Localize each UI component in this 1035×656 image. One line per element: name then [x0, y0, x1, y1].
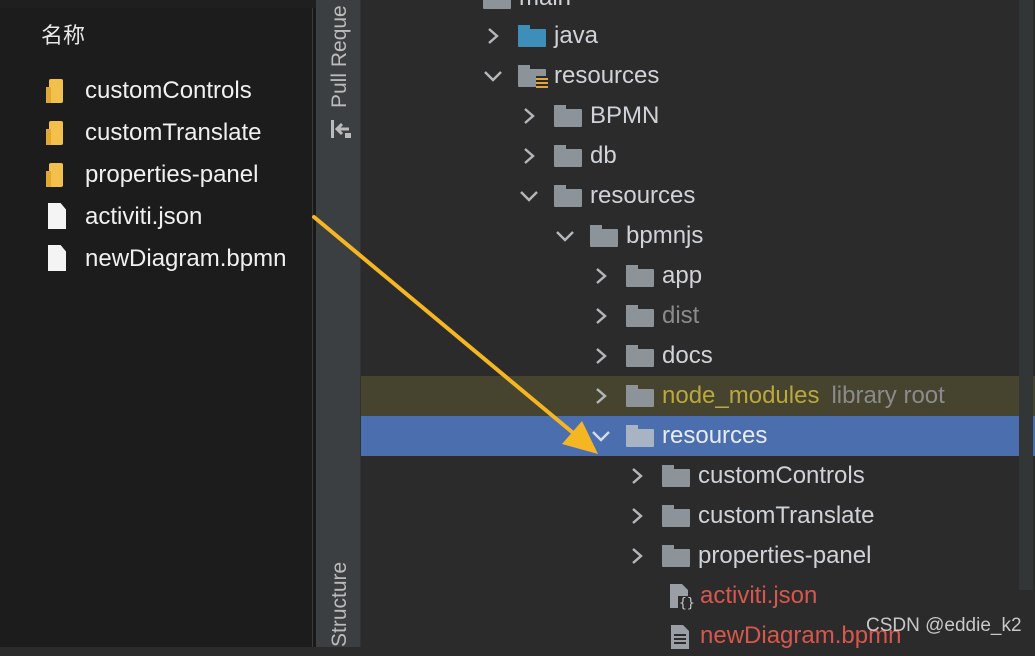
tree-node-bpmnjs[interactable]: bpmnjs — [554, 216, 703, 256]
tree-node-properties-panel[interactable]: properties-panel — [626, 536, 871, 576]
pull-request-icon[interactable] — [329, 118, 353, 140]
file-icon — [45, 203, 69, 231]
chevron-right-icon[interactable] — [518, 145, 540, 167]
tree-node-customControls[interactable]: customControls — [626, 456, 865, 496]
tree-node-label: docs — [662, 342, 713, 369]
tree-node-label: dist — [662, 302, 700, 329]
tree-node-label: customTranslate — [698, 502, 875, 529]
chevron-right-icon[interactable] — [626, 545, 648, 567]
structure-tab[interactable]: Structure — [328, 562, 352, 647]
folder-icon — [45, 119, 69, 147]
explorer-top-edge — [0, 0, 316, 8]
tree-node-resources-root[interactable]: resources — [482, 56, 659, 96]
tree-scrollbar[interactable] — [1019, 0, 1033, 590]
tree-node-java[interactable]: java — [482, 16, 598, 56]
tree-node-dist[interactable]: dist — [590, 296, 699, 336]
json-file-icon: {} — [670, 584, 694, 610]
file-explorer-panel: 名称 customControls customTranslate proper… — [0, 0, 316, 647]
tree-node-label: resources — [554, 62, 660, 89]
chevron-right-icon[interactable] — [590, 265, 612, 287]
folder-icon — [554, 105, 582, 127]
explorer-item-customTranslate[interactable]: customTranslate — [45, 113, 262, 153]
chevron-right-icon[interactable] — [626, 465, 648, 487]
tree-node-label: java — [554, 22, 599, 49]
tree-node-db[interactable]: db — [518, 136, 617, 176]
tree-node-label: app — [662, 262, 703, 289]
folder-icon — [45, 161, 69, 189]
tree-node-label: node_modules — [662, 382, 820, 409]
chevron-right-icon[interactable] — [590, 385, 612, 407]
explorer-item-label: newDiagram.bpmn — [85, 245, 287, 272]
tree-node-label: db — [590, 142, 617, 169]
explorer-item-customControls[interactable]: customControls — [45, 71, 252, 111]
chevron-right-icon[interactable] — [590, 345, 612, 367]
chevron-down-icon[interactable] — [590, 425, 612, 447]
name-column-header[interactable]: 名称 — [41, 18, 85, 50]
file-icon — [45, 245, 69, 273]
explorer-item-label: customTranslate — [85, 119, 262, 146]
explorer-item-label: activiti.json — [85, 203, 203, 230]
tree-node-label: resources — [662, 422, 768, 449]
tree-node-BPMN[interactable]: BPMN — [518, 96, 659, 136]
folder-icon — [483, 0, 511, 9]
explorer-item-activiti-json[interactable]: activiti.json — [45, 197, 202, 237]
tree-node-label: customControls — [698, 462, 865, 489]
source-folder-icon — [518, 25, 546, 47]
library-root-hint: library root — [831, 382, 945, 409]
chevron-down-icon[interactable] — [482, 65, 504, 87]
chevron-down-icon[interactable] — [518, 185, 540, 207]
chevron-right-icon[interactable] — [518, 105, 540, 127]
explorer-item-newDiagram-bpmn[interactable]: newDiagram.bpmn — [45, 239, 286, 279]
text-file-icon — [671, 625, 689, 649]
tree-node-resources-selected[interactable]: resources — [590, 416, 767, 456]
folder-icon — [662, 545, 690, 567]
tree-node-label: resources — [590, 182, 696, 209]
folder-icon — [554, 185, 582, 207]
tree-node-app[interactable]: app — [590, 256, 702, 296]
folder-icon — [626, 265, 654, 287]
tree-node-resources[interactable]: resources — [518, 176, 695, 216]
tree-node-node_modules[interactable]: node_modules library root — [590, 376, 945, 416]
tree-node-label: main — [519, 0, 571, 12]
folder-icon — [626, 345, 654, 367]
tree-node-customTranslate[interactable]: customTranslate — [626, 496, 875, 536]
folder-icon — [45, 77, 69, 105]
folder-icon — [626, 425, 654, 447]
folder-icon — [662, 465, 690, 487]
folder-icon — [662, 505, 690, 527]
tree-node-activiti-json[interactable]: {} activiti.json — [666, 576, 817, 616]
tree-node-docs[interactable]: docs — [590, 336, 713, 376]
folder-icon — [626, 385, 654, 407]
explorer-item-label: properties-panel — [85, 161, 259, 188]
excluded-folder-icon — [626, 305, 654, 327]
folder-icon — [554, 145, 582, 167]
chevron-right-icon[interactable] — [482, 25, 504, 47]
pull-requests-tab[interactable]: Pull Reque — [328, 5, 352, 108]
tree-node-label: bpmnjs — [626, 222, 704, 249]
svg-text:{}: {} — [679, 596, 694, 610]
watermark: CSDN @eddie_k2 — [866, 615, 1022, 636]
tree-node-label: BPMN — [590, 102, 660, 129]
tree-node-label: properties-panel — [698, 542, 872, 569]
tree-node-label: activiti.json — [700, 582, 818, 609]
folder-icon — [590, 225, 618, 247]
resources-folder-icon — [518, 65, 548, 88]
explorer-item-label: customControls — [85, 77, 252, 104]
chevron-down-icon[interactable] — [554, 225, 576, 247]
chevron-right-icon[interactable] — [590, 305, 612, 327]
chevron-right-icon[interactable] — [626, 505, 648, 527]
explorer-item-properties-panel[interactable]: properties-panel — [45, 155, 258, 195]
